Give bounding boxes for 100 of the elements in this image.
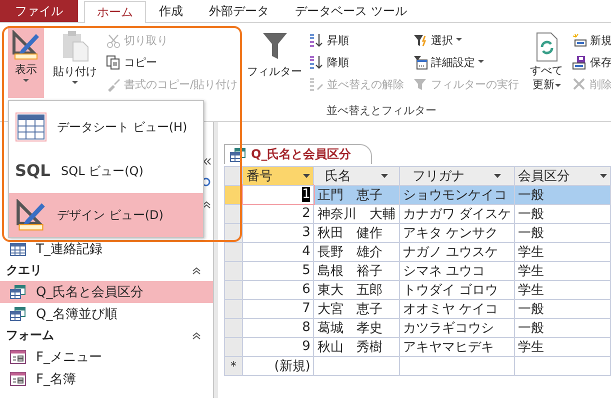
column-header[interactable]: 氏名 <box>314 166 400 185</box>
caret-icon <box>478 60 484 64</box>
delete-icon <box>572 76 587 92</box>
collapse-pane-icon[interactable] <box>203 158 211 164</box>
ribbon-tab[interactable]: データベース ツール <box>282 0 420 22</box>
datasheet-icon <box>15 112 47 142</box>
table-cell: 2 <box>242 204 314 223</box>
table-cell: アキタ ケンサク <box>399 223 514 242</box>
row-selector[interactable] <box>224 280 242 299</box>
table-cell: ショウモンケイコ <box>399 185 514 204</box>
caret-icon <box>554 84 560 88</box>
table-cell: 東大 五郎 <box>314 280 400 299</box>
ribbon-tab[interactable]: ホーム <box>84 1 146 23</box>
filter-lightning-icon <box>413 32 428 48</box>
clipboard-icon <box>61 30 89 62</box>
table-cell: アキヤマヒデキ <box>399 337 514 356</box>
design-view-icon <box>11 30 41 60</box>
nav-item[interactable]: F_名簿 <box>0 368 213 390</box>
table-cell: 一般 <box>514 299 610 318</box>
design-view-icon <box>15 199 47 231</box>
document-tab[interactable]: Q_氏名と会員区分 <box>224 144 372 164</box>
collapse-icon[interactable] <box>192 266 201 274</box>
row-selector[interactable] <box>224 261 242 280</box>
filter-icon <box>413 76 428 92</box>
row-selector[interactable] <box>224 299 242 318</box>
sort-descending-icon <box>309 54 324 70</box>
table-cell: 5 <box>242 261 314 280</box>
ribbon-tab[interactable]: 作成 <box>146 0 196 22</box>
table-cell: 秋田 健作 <box>314 223 400 242</box>
caret-icon <box>72 81 78 85</box>
refresh-button[interactable]: すべて 更新 <box>527 26 566 121</box>
nav-item[interactable]: Q_氏名と会員区分 <box>0 281 213 303</box>
table-cell: (新規) <box>242 356 314 375</box>
nav-item[interactable]: F_メニュー <box>0 346 213 368</box>
table-cell: 学生 <box>514 261 610 280</box>
ribbon-button[interactable]: コピー <box>106 53 236 71</box>
nav-item[interactable]: Q_名簿並び順 <box>0 303 213 325</box>
table-cell: シマネ ユウコ <box>399 261 514 280</box>
table-cell: 島根 裕子 <box>314 261 400 280</box>
table-cell: 1 <box>242 185 314 204</box>
table-cell: 葛城 孝史 <box>314 318 400 337</box>
table-cell: カナガワ ダイスケ <box>399 204 514 223</box>
column-header[interactable]: 番号 <box>242 166 314 185</box>
ribbon-button[interactable]: 昇順 <box>309 31 409 49</box>
sql-label: SQL <box>15 161 51 181</box>
column-header[interactable]: フリガナ <box>399 166 514 185</box>
ribbon-button[interactable]: 選択 <box>413 31 523 49</box>
ribbon-button[interactable]: 詳細設定 <box>413 53 523 71</box>
ribbon-tab[interactable]: ファイル <box>0 0 78 22</box>
scissors-icon <box>106 32 121 48</box>
collapse-icon[interactable] <box>202 201 211 209</box>
view-button[interactable]: 表示 <box>8 26 44 98</box>
table-cell: オオミヤ ケイコ <box>399 299 514 318</box>
table-cell: 学生 <box>514 337 610 356</box>
nav-group-header[interactable]: クエリ <box>6 262 42 279</box>
save-icon <box>572 54 587 70</box>
form-icon <box>10 372 26 386</box>
row-selector[interactable] <box>224 318 242 337</box>
dropdown-icon[interactable] <box>302 174 310 178</box>
menu-item[interactable]: デザイン ビュー(D) <box>9 193 203 237</box>
query-icon <box>10 307 26 321</box>
dropdown-icon[interactable] <box>494 174 502 178</box>
copy-icon <box>106 54 121 70</box>
ribbon-tab[interactable]: 外部データ <box>196 0 282 22</box>
query-icon <box>230 148 246 162</box>
table-cell: 正門 恵子 <box>314 185 400 204</box>
menu-item[interactable]: SQL SQL ビュー(Q) <box>9 149 203 193</box>
column-header[interactable]: 会員区分 <box>514 166 610 185</box>
table-cell: 大宮 恵子 <box>314 299 400 318</box>
row-selector[interactable] <box>224 242 242 261</box>
new-record-icon <box>572 32 587 48</box>
table-cell: 長野 雄介 <box>314 242 400 261</box>
nav-group-header[interactable]: フォーム <box>6 327 54 344</box>
table-cell: ナガノ ユウスケ <box>399 242 514 261</box>
query-icon <box>10 285 26 299</box>
table-cell: 学生 <box>514 280 610 299</box>
table-cell: 9 <box>242 337 314 356</box>
table-cell: トウダイ ゴロウ <box>399 280 514 299</box>
brush-icon <box>106 76 121 92</box>
table-cell: 一般 <box>514 223 610 242</box>
form-icon <box>10 350 26 364</box>
funnel-icon <box>260 30 288 62</box>
dropdown-icon[interactable] <box>381 174 388 178</box>
table-cell: 4 <box>242 242 314 261</box>
row-selector[interactable] <box>224 337 242 356</box>
sort-clear-icon <box>309 76 324 92</box>
filter-form-icon <box>413 54 428 70</box>
ribbon-button[interactable]: 降順 <box>309 53 409 71</box>
collapse-icon[interactable] <box>192 332 201 340</box>
filter-button[interactable]: フィルター <box>244 26 305 103</box>
table-icon <box>10 242 26 256</box>
table-cell: 7 <box>242 299 314 318</box>
table-cell: 一般 <box>514 185 610 204</box>
dropdown-icon[interactable] <box>600 174 607 178</box>
nav-item[interactable]: T_連絡記録 <box>0 238 213 260</box>
sort-ascending-icon <box>309 32 324 48</box>
table-cell: 一般 <box>514 318 610 337</box>
table-cell: 秋山 秀樹 <box>314 337 400 356</box>
table-cell: 6 <box>242 280 314 299</box>
group-label: 並べ替えとフィルター <box>326 103 438 119</box>
